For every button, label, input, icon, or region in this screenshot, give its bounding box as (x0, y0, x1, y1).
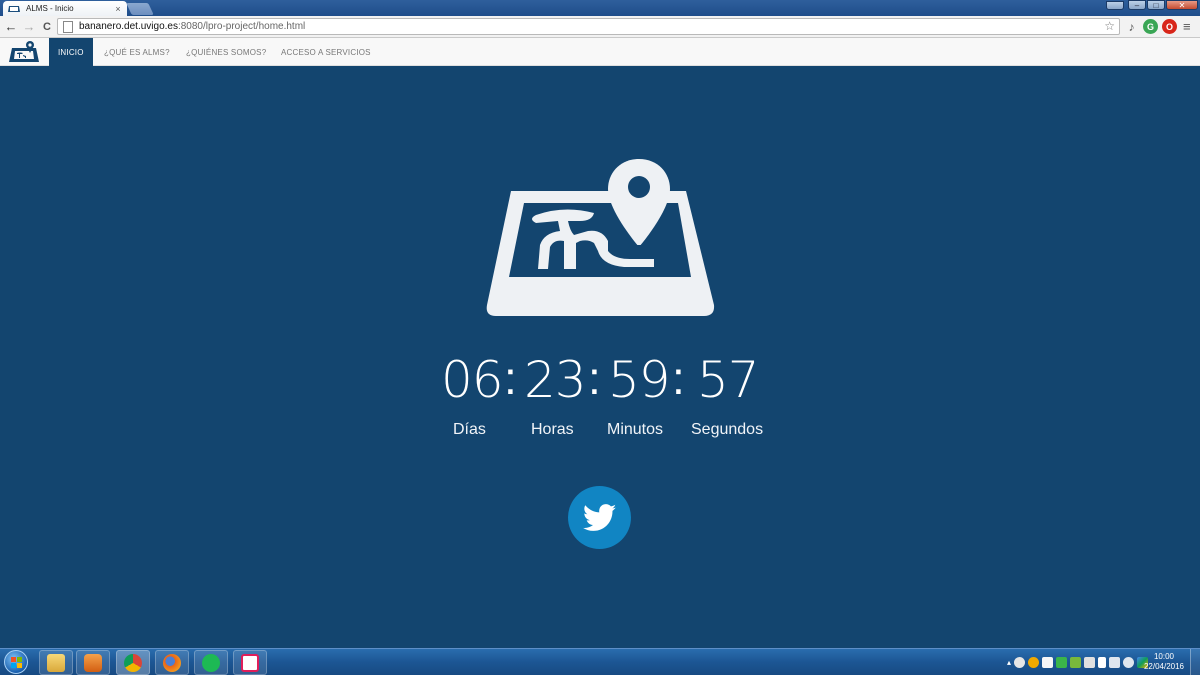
tray-app-icon[interactable] (1028, 656, 1040, 668)
countdown-seconds: 57 (697, 351, 760, 409)
page-icon (63, 20, 73, 33)
windows-logo-icon (11, 657, 22, 668)
tab-close-icon[interactable]: × (113, 4, 123, 14)
tray-volume-icon[interactable] (1123, 656, 1135, 668)
taskbar-media-player[interactable] (76, 650, 110, 675)
taskbar-spotify[interactable] (194, 650, 228, 675)
site-navbar: INICIO ¿QUÉ ES ALMS? ¿QUIÉNES SOMOS? ACC… (0, 38, 1200, 66)
chrome-icon (124, 653, 142, 672)
countdown-separator: : (672, 352, 685, 404)
close-window-button[interactable]: ✕ (1166, 0, 1198, 10)
url-host: bananero.det.uvigo.es (79, 21, 178, 32)
minimize-button[interactable]: – (1128, 0, 1146, 10)
countdown-minutes: 59 (608, 351, 671, 409)
countdown-hours: 23 (524, 351, 587, 409)
label-seconds: Segundos (691, 421, 764, 438)
maximize-button[interactable]: □ (1147, 0, 1165, 10)
twitter-icon (582, 503, 616, 531)
twitter-button[interactable] (568, 486, 631, 549)
nav-que-es-alms[interactable]: ¿QUÉ ES ALMS? (104, 38, 170, 66)
windows-taskbar: ▴ 10:00 22/04/2016 (0, 648, 1200, 675)
tray-flag-icon[interactable] (1098, 656, 1107, 668)
label-days: Días (453, 421, 486, 438)
new-tab-button[interactable] (126, 3, 154, 15)
countdown-separator: : (504, 352, 517, 404)
countdown-separator: : (588, 352, 601, 404)
browser-tab[interactable]: ALMS - Inicio × (3, 1, 127, 16)
alms-favicon-icon (8, 6, 20, 12)
slack-icon (241, 653, 259, 672)
bookmark-star-icon[interactable]: ☆ (1104, 19, 1115, 34)
alms-logo-icon[interactable] (8, 40, 40, 64)
tray-network-icon[interactable] (1109, 656, 1121, 668)
forward-button[interactable]: → (20, 18, 38, 36)
taskbar-firefox[interactable] (155, 650, 189, 675)
user-profile-button[interactable] (1106, 1, 1124, 10)
tray-expand-icon[interactable]: ▴ (1007, 658, 1011, 667)
label-minutes: Minutos (607, 421, 664, 438)
tray-settings-icon[interactable] (1014, 656, 1026, 668)
taskbar-chrome[interactable] (116, 650, 150, 675)
clock-date: 22/04/2016 (1143, 662, 1185, 671)
url-text[interactable]: bananero.det.uvigo.es:8080/lpro-project/… (79, 21, 305, 32)
alms-hero-logo-icon (486, 159, 715, 316)
nav-quienes-somos[interactable]: ¿QUIÉNES SOMOS? (186, 38, 266, 66)
countdown: 06 : 23 : 59 : 57 (0, 352, 1200, 408)
label-hours: Horas (531, 421, 574, 438)
system-tray: ▴ (1007, 653, 1149, 671)
tray-app-icon[interactable] (1070, 656, 1082, 668)
countdown-days: 06 (441, 351, 504, 409)
browser-tab-strip: ALMS - Inicio × – □ ✕ (0, 0, 1200, 16)
taskbar-explorer[interactable] (39, 650, 73, 675)
browser-menu-icon[interactable]: ≡ (1183, 19, 1191, 34)
spotify-icon (202, 653, 220, 672)
media-player-icon (84, 653, 102, 672)
reload-button[interactable]: C (38, 18, 56, 36)
taskbar-clock[interactable]: 10:00 22/04/2016 (1142, 652, 1186, 672)
file-explorer-icon (47, 653, 65, 672)
nav-inicio[interactable]: INICIO (49, 38, 93, 66)
taskbar-slack[interactable] (233, 650, 267, 675)
start-button[interactable] (4, 650, 28, 674)
tray-app-icon[interactable] (1084, 656, 1096, 668)
tray-app-icon[interactable] (1056, 656, 1068, 668)
url-path: :8080/lpro-project/home.html (177, 21, 306, 32)
tab-title: ALMS - Inicio (26, 4, 74, 13)
back-button[interactable]: ← (2, 18, 20, 36)
clock-time: 10:00 (1153, 652, 1175, 661)
address-bar[interactable]: bananero.det.uvigo.es:8080/lpro-project/… (57, 18, 1120, 35)
firefox-icon (163, 653, 181, 672)
tray-app-icon[interactable] (1042, 656, 1054, 668)
extension-opera-icon[interactable]: O (1162, 19, 1177, 34)
show-desktop-button[interactable] (1190, 649, 1200, 675)
extension-grammarly-icon[interactable]: G (1143, 19, 1158, 34)
browser-toolbar: ← → C bananero.det.uvigo.es:8080/lpro-pr… (0, 16, 1200, 38)
nav-acceso-servicios[interactable]: ACCESO A SERVICIOS (281, 38, 371, 66)
extension-music-icon[interactable]: ♪ (1124, 19, 1139, 34)
